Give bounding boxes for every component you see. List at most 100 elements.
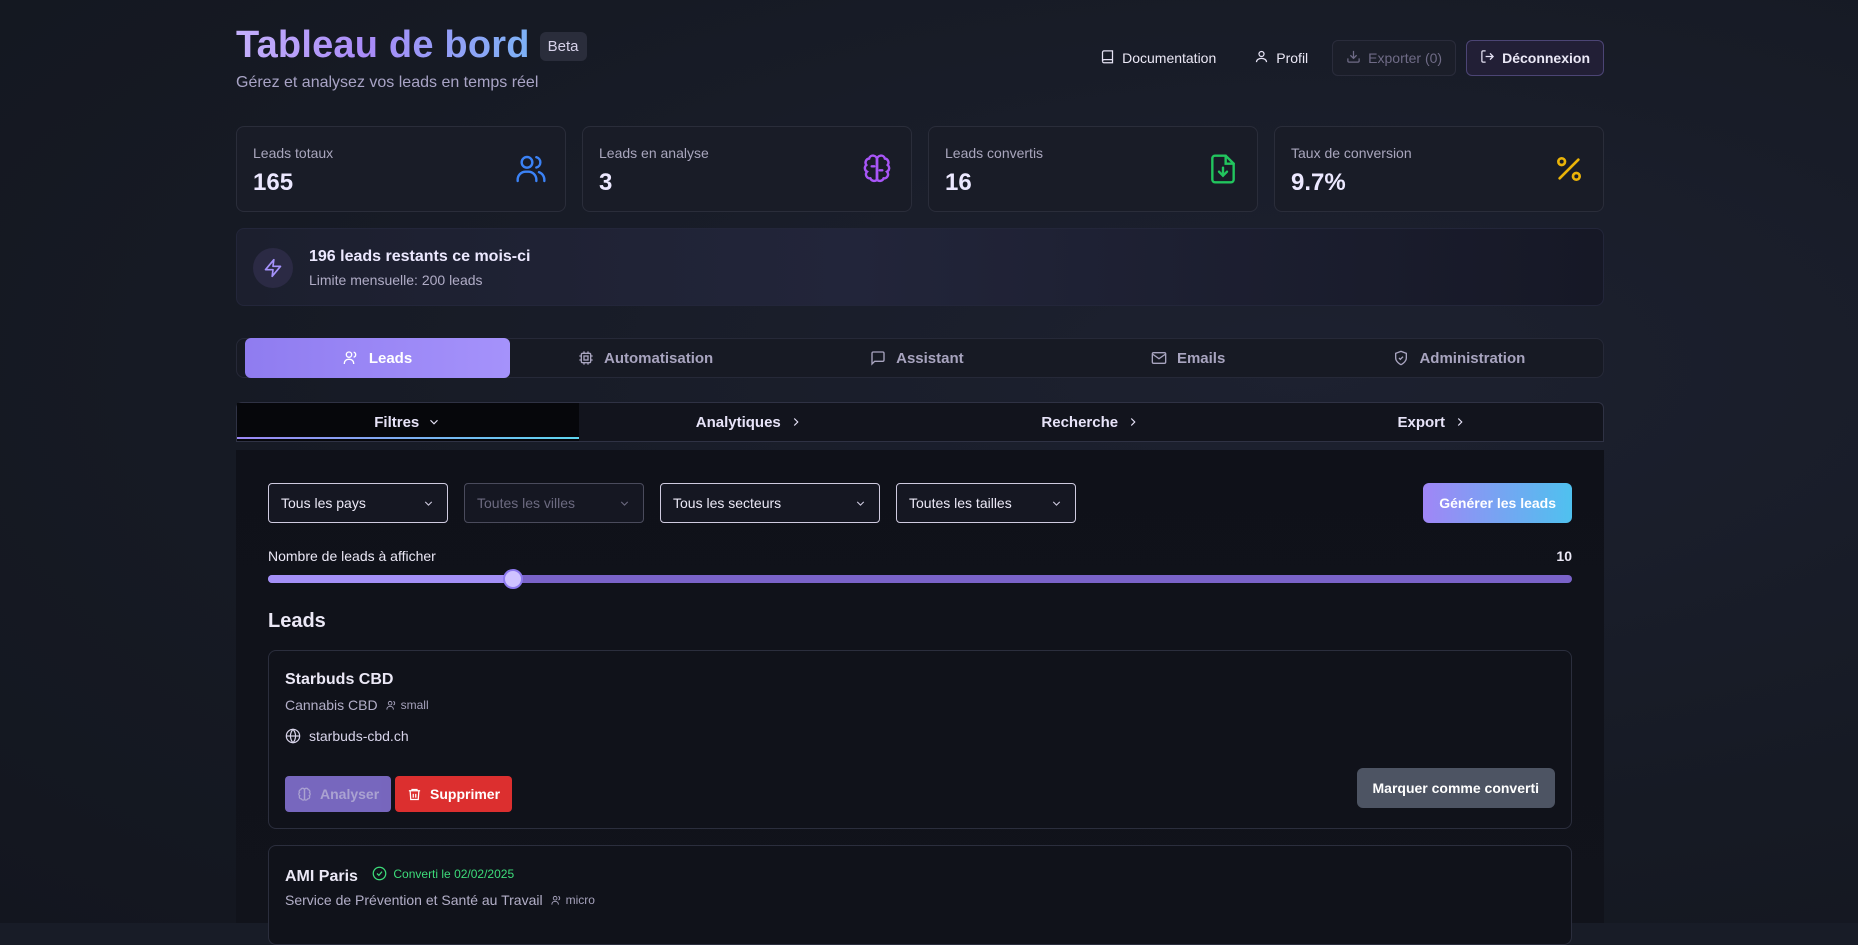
lead-name-row: AMI Paris Converti le 02/02/2025 — [285, 866, 514, 886]
lead-size: small — [386, 698, 429, 712]
mail-icon — [1151, 352, 1167, 364]
export-button[interactable]: Exporter (0) — [1332, 40, 1457, 76]
mark-converted-button[interactable]: Marquer comme converti — [1356, 768, 1555, 808]
lead-sector: Cannabis CBD — [285, 697, 378, 713]
city-select[interactable]: Toutes les villes — [464, 483, 644, 523]
tab-leads[interactable]: Leads — [245, 338, 510, 378]
profile-button[interactable]: Profil — [1240, 40, 1322, 76]
file-download-icon — [1211, 154, 1235, 184]
sub-tabs: Filtres Analytiques Recherche Export — [236, 402, 1604, 442]
subtab-label: Analytiques — [695, 413, 781, 431]
lead-size: micro — [551, 893, 595, 907]
slider-value: 10 — [1556, 548, 1572, 564]
subtab-recherche[interactable]: Recherche — [920, 403, 1262, 441]
shield-icon — [1395, 350, 1408, 366]
chevron-down-icon — [1052, 500, 1061, 506]
logout-icon — [1480, 49, 1495, 67]
title-row: Tableau de bord Beta — [236, 24, 587, 67]
brain-icon — [298, 787, 311, 801]
analyse-button[interactable]: Analyser — [285, 776, 392, 812]
stat-label: Leads totaux — [253, 145, 334, 161]
converted-badge: Converti le 02/02/2025 — [372, 866, 514, 881]
lead-size-label: small — [400, 698, 429, 712]
tab-assistant[interactable]: Assistant — [781, 338, 1052, 378]
stat-value: 3 — [599, 169, 613, 196]
users-icon — [343, 351, 357, 364]
sector-select[interactable]: Tous les secteurs — [660, 483, 880, 523]
download-icon — [1346, 49, 1361, 67]
profile-label: Profil — [1276, 50, 1309, 66]
slider-fill — [268, 575, 514, 583]
stat-label: Taux de conversion — [1291, 145, 1412, 161]
lead-card: AMI Paris Converti le 02/02/2025 Service… — [268, 845, 1572, 945]
zap-icon — [253, 248, 293, 288]
subtab-analytiques[interactable]: Analytiques — [579, 403, 921, 441]
tab-label: Automatisation — [604, 349, 714, 367]
page-subtitle: Gérez et analysez vos leads en temps rée… — [236, 74, 539, 91]
stat-card-total: Leads totaux 165 — [236, 126, 566, 212]
stats-row: Leads totaux 165 Leads en analyse 3 Lead… — [236, 126, 1604, 212]
book-icon — [1100, 49, 1115, 67]
users-icon — [386, 700, 395, 710]
subtab-label: Recherche — [1041, 413, 1119, 431]
check-circle-icon — [373, 866, 387, 881]
stat-card-rate: Taux de conversion 9.7% — [1274, 126, 1604, 212]
select-value: Tous les secteurs — [673, 495, 782, 511]
users-icon — [551, 895, 560, 905]
trash-icon — [408, 788, 421, 800]
chevron-right-icon — [1130, 418, 1136, 426]
tab-label: Administration — [1419, 349, 1526, 367]
globe-icon — [285, 728, 301, 744]
stat-card-analysis: Leads en analyse 3 — [582, 126, 912, 212]
documentation-button[interactable]: Documentation — [1086, 40, 1230, 76]
stat-value: 165 — [253, 169, 294, 196]
converted-label: Converti le 02/02/2025 — [393, 866, 515, 881]
lead-meta: Cannabis CBD small — [285, 697, 429, 713]
tab-label: Emails — [1176, 349, 1226, 367]
chevron-right-icon — [1457, 418, 1463, 426]
brain-icon — [863, 154, 891, 183]
country-select[interactable]: Tous les pays — [268, 483, 448, 523]
lead-card: Starbuds CBD Cannabis CBD small starbuds… — [268, 650, 1572, 829]
delete-button[interactable]: Supprimer — [395, 776, 513, 812]
chevron-right-icon — [793, 418, 799, 426]
size-select[interactable]: Toutes les tailles — [896, 483, 1076, 523]
leads-count-slider[interactable] — [268, 569, 1572, 589]
quota-title: 196 leads restants ce mois-ci — [309, 248, 531, 265]
select-value: Toutes les tailles — [909, 495, 1012, 511]
subtab-label: Filtres — [374, 413, 420, 431]
user-icon — [1254, 49, 1269, 67]
export-label: Exporter (0) — [1368, 50, 1443, 66]
chevron-down-icon — [620, 500, 629, 506]
lead-meta: Service de Prévention et Santé au Travai… — [285, 892, 595, 908]
lead-website[interactable]: starbuds-cbd.ch — [285, 728, 409, 744]
lead-name: AMI Paris — [285, 868, 358, 885]
stat-label: Leads en analyse — [599, 145, 709, 161]
users-icon — [516, 155, 546, 183]
tab-administration[interactable]: Administration — [1324, 338, 1595, 378]
tab-label: Assistant — [896, 349, 964, 367]
page-title: Tableau de bord — [236, 24, 530, 66]
stat-card-converted: Leads convertis 16 — [928, 126, 1258, 212]
filters-row: Tous les pays Toutes les villes Tous les… — [268, 483, 1076, 523]
cpu-icon — [579, 351, 593, 365]
tab-emails[interactable]: Emails — [1053, 338, 1324, 378]
quota-banner: 196 leads restants ce mois-ci Limite men… — [236, 228, 1604, 306]
slider-thumb[interactable] — [503, 569, 524, 589]
chevron-down-icon — [856, 500, 865, 506]
lead-name: Starbuds CBD — [285, 671, 394, 688]
header-actions: Documentation Profil Exporter (0) Déconn… — [1086, 40, 1604, 76]
stat-value: 16 — [945, 169, 972, 196]
percent-icon — [1557, 157, 1581, 181]
logout-button[interactable]: Déconnexion — [1466, 40, 1604, 76]
subtab-export[interactable]: Export — [1262, 403, 1604, 441]
subtab-filtres[interactable]: Filtres — [237, 403, 579, 441]
quota-subtitle: Limite mensuelle: 200 leads — [309, 272, 483, 288]
documentation-label: Documentation — [1122, 50, 1217, 66]
generate-leads-button[interactable]: Générer les leads — [1423, 483, 1572, 523]
subtab-label: Export — [1397, 413, 1445, 431]
filters-panel: Tous les pays Toutes les villes Tous les… — [236, 450, 1604, 945]
analyse-label: Analyser — [320, 786, 380, 802]
stat-label: Leads convertis — [945, 145, 1044, 161]
tab-automatisation[interactable]: Automatisation — [510, 338, 781, 378]
